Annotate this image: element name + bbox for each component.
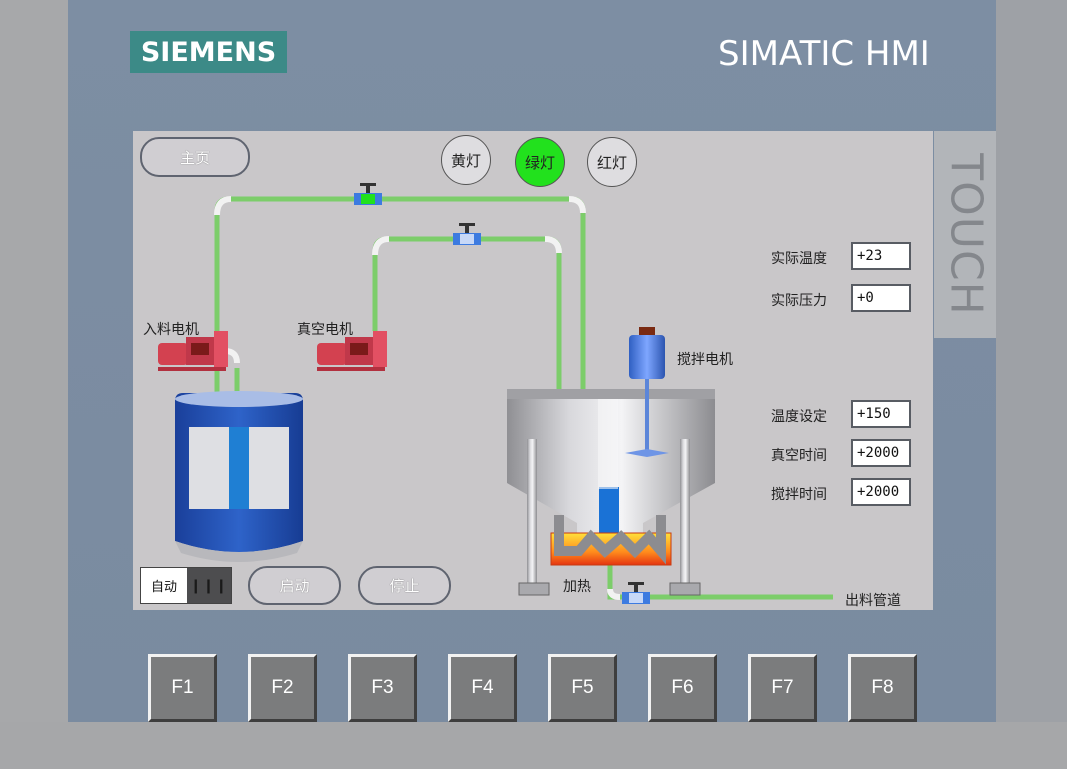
temp-setpoint-label: 温度设定 xyxy=(771,409,827,425)
touch-label: TOUCH xyxy=(934,131,996,338)
actual-temp-label: 实际温度 xyxy=(771,251,827,267)
f8-key[interactable]: F8 xyxy=(848,654,917,722)
vacuum-time-field[interactable]: +2000 xyxy=(851,439,911,467)
mix-time-label: 搅拌时间 xyxy=(771,487,827,503)
device-brand: SIMATIC HMI xyxy=(718,34,930,74)
f4-key[interactable]: F4 xyxy=(448,654,517,722)
mode-switch[interactable]: 自动 ❙❙❙ xyxy=(140,567,232,604)
feed-motor-label: 入料电机 xyxy=(143,322,199,338)
f2-key[interactable]: F2 xyxy=(248,654,317,722)
mixer-motor-label: 搅拌电机 xyxy=(677,352,733,368)
home-button[interactable]: 主页 xyxy=(140,137,250,177)
bezel-right xyxy=(996,0,1067,722)
valve-vacuum xyxy=(453,223,481,245)
valve-top xyxy=(354,183,382,205)
actual-pressure-label: 实际压力 xyxy=(771,293,827,309)
actual-temp-field: +23 xyxy=(851,242,911,270)
vacuum-time-label: 真空时间 xyxy=(771,448,827,464)
f6-key[interactable]: F6 xyxy=(648,654,717,722)
yellow-lamp[interactable]: 黄灯 xyxy=(441,135,491,185)
switch-grip-icon[interactable]: ❙❙❙ xyxy=(187,568,231,603)
stop-button[interactable]: 停止 xyxy=(358,566,451,605)
bezel-left xyxy=(0,0,68,722)
f5-key[interactable]: F5 xyxy=(548,654,617,722)
mix-time-field[interactable]: +2000 xyxy=(851,478,911,506)
mode-switch-label: 自动 xyxy=(150,580,177,595)
siemens-logo: SIEMENS xyxy=(130,31,287,73)
red-lamp[interactable]: 红灯 xyxy=(587,137,637,187)
vacuum-motor-label: 真空电机 xyxy=(297,322,353,338)
bezel-bottom xyxy=(0,722,1067,769)
feed-tank xyxy=(175,391,303,562)
f1-key[interactable]: F1 xyxy=(148,654,217,722)
outlet-pipe-label: 出料管道 xyxy=(845,593,901,609)
process-diagram xyxy=(158,183,833,604)
hmi-screen: 主页 黄灯 绿灯 红灯 入料电机 真空电机 搅拌电机 加热 出料管道 实际温度 … xyxy=(133,131,933,610)
green-lamp[interactable]: 绿灯 xyxy=(515,137,565,187)
temp-setpoint-field[interactable]: +150 xyxy=(851,400,911,428)
mixer-vessel xyxy=(507,389,715,596)
f3-key[interactable]: F3 xyxy=(348,654,417,722)
heating-label: 加热 xyxy=(563,579,591,595)
valve-outlet xyxy=(622,582,650,604)
f7-key[interactable]: F7 xyxy=(748,654,817,722)
actual-pressure-field: +0 xyxy=(851,284,911,312)
start-button[interactable]: 启动 xyxy=(248,566,341,605)
